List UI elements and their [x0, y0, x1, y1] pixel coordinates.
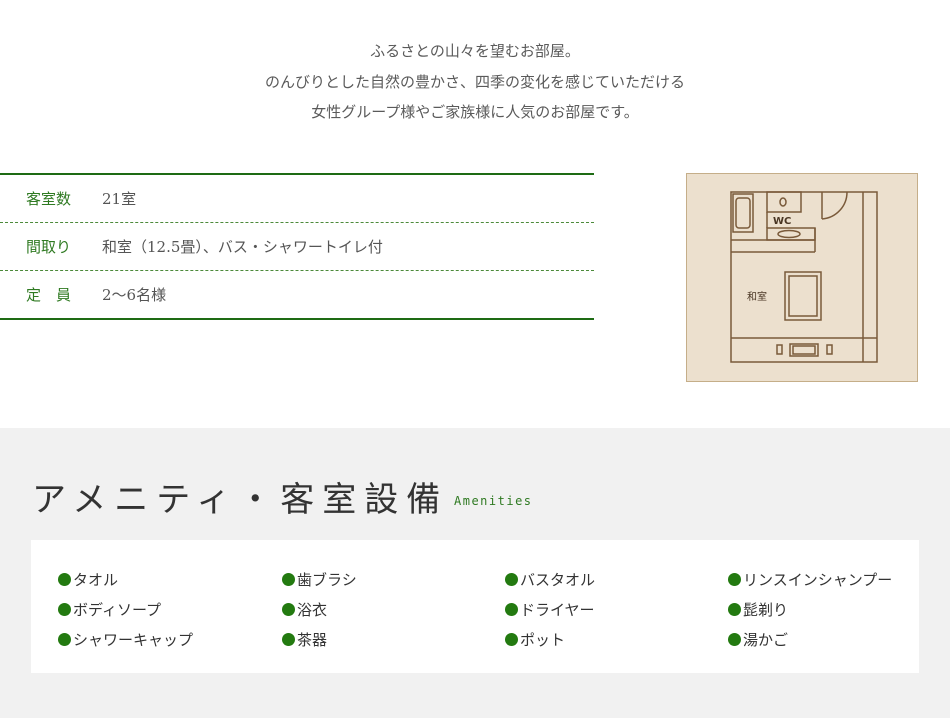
amenity-column-2: 歯ブラシ 浴衣 茶器: [282, 564, 357, 654]
list-item: 浴衣: [282, 594, 357, 624]
intro-line-3: 女性グループ様やご家族様に人気のお部屋です。: [311, 103, 639, 121]
list-item: シャワーキャップ: [58, 624, 193, 654]
list-item: ボディソープ: [58, 594, 193, 624]
amenity-column-4: リンスインシャンプー 髭剃り 湯かご: [728, 564, 892, 654]
list-item: 髭剃り: [728, 594, 892, 624]
bullet-dot-icon: [728, 632, 741, 646]
list-item: 湯かご: [728, 624, 892, 654]
bullet-dot-icon: [505, 632, 518, 646]
amenity-label: 湯かご: [743, 630, 789, 649]
spec-row-rooms: 客室数 21室: [0, 175, 594, 222]
amenity-label: リンスインシャンプー: [743, 570, 893, 589]
spec-label: 客室数: [26, 190, 72, 208]
amenity-label: ボディソープ: [73, 600, 162, 619]
floor-plan-image: WC 和室: [686, 173, 918, 382]
intro-line-2: のんびりとした自然の豊かさ、四季の変化を感じていただける: [264, 72, 685, 91]
bullet-dot-icon: [58, 602, 71, 616]
bullet-dot-icon: [58, 632, 71, 646]
amenity-column-1: タオル ボディソープ シャワーキャップ: [58, 564, 193, 654]
list-item: 歯ブラシ: [282, 564, 357, 594]
amenity-label: 髭剃り: [743, 600, 789, 619]
amenity-label: タオル: [73, 570, 119, 589]
bullet-dot-icon: [505, 572, 518, 586]
amenity-label: バスタオル: [520, 570, 596, 589]
list-item: リンスインシャンプー: [728, 564, 892, 594]
list-item: タオル: [58, 564, 193, 594]
amenities-subtitle: Amenities: [454, 494, 533, 508]
room-label: 和室: [747, 290, 767, 303]
amenities-list: タオル ボディソープ シャワーキャップ 歯ブラシ 浴衣 茶器 バスタオル ドライ…: [31, 540, 919, 673]
bullet-dot-icon: [282, 602, 295, 616]
amenity-column-3: バスタオル ドライヤー ポット: [505, 564, 595, 654]
list-item: バスタオル: [505, 564, 595, 594]
amenities-title: アメニティ・客室設備: [32, 480, 449, 520]
amenity-label: ポット: [520, 630, 566, 649]
amenity-label: 茶器: [297, 630, 328, 649]
list-item: ポット: [505, 624, 595, 654]
wc-label: WC: [773, 216, 791, 227]
spec-row-layout: 間取り 和室（12.5畳）、バス・シャワートイレ付: [0, 222, 594, 270]
bullet-dot-icon: [282, 632, 295, 646]
amenities-section: アメニティ・客室設備 Amenities タオル ボディソープ シャワーキャップ…: [0, 428, 950, 718]
amenity-label: ドライヤー: [520, 600, 595, 619]
bullet-dot-icon: [58, 572, 71, 586]
floor-plan-drawing: WC 和室: [730, 191, 878, 363]
spec-row-capacity: 定 員 2〜6名様: [0, 270, 594, 318]
room-spec-table: 客室数 21室 間取り 和室（12.5畳）、バス・シャワートイレ付 定 員 2〜…: [0, 173, 594, 320]
bullet-dot-icon: [728, 602, 741, 616]
list-item: 茶器: [282, 624, 357, 654]
amenity-label: シャワーキャップ: [73, 630, 194, 649]
bullet-dot-icon: [505, 602, 518, 616]
spec-value: 和室（12.5畳）、バス・シャワートイレ付: [102, 238, 383, 256]
amenity-label: 浴衣: [297, 600, 328, 619]
list-item: ドライヤー: [505, 594, 595, 624]
intro-text: ふるさとの山々を望むお部屋。 のんびりとした自然の豊かさ、四季の変化を感じていた…: [0, 36, 950, 128]
spec-value: 2〜6名様: [102, 286, 167, 304]
spec-label: 間取り: [26, 238, 72, 256]
bullet-dot-icon: [282, 572, 295, 586]
spec-label: 定 員: [26, 286, 72, 304]
spec-value: 21室: [102, 190, 137, 208]
amenity-label: 歯ブラシ: [297, 570, 357, 589]
intro-line-1: ふるさとの山々を望むお部屋。: [370, 42, 580, 60]
bullet-dot-icon: [728, 572, 741, 586]
